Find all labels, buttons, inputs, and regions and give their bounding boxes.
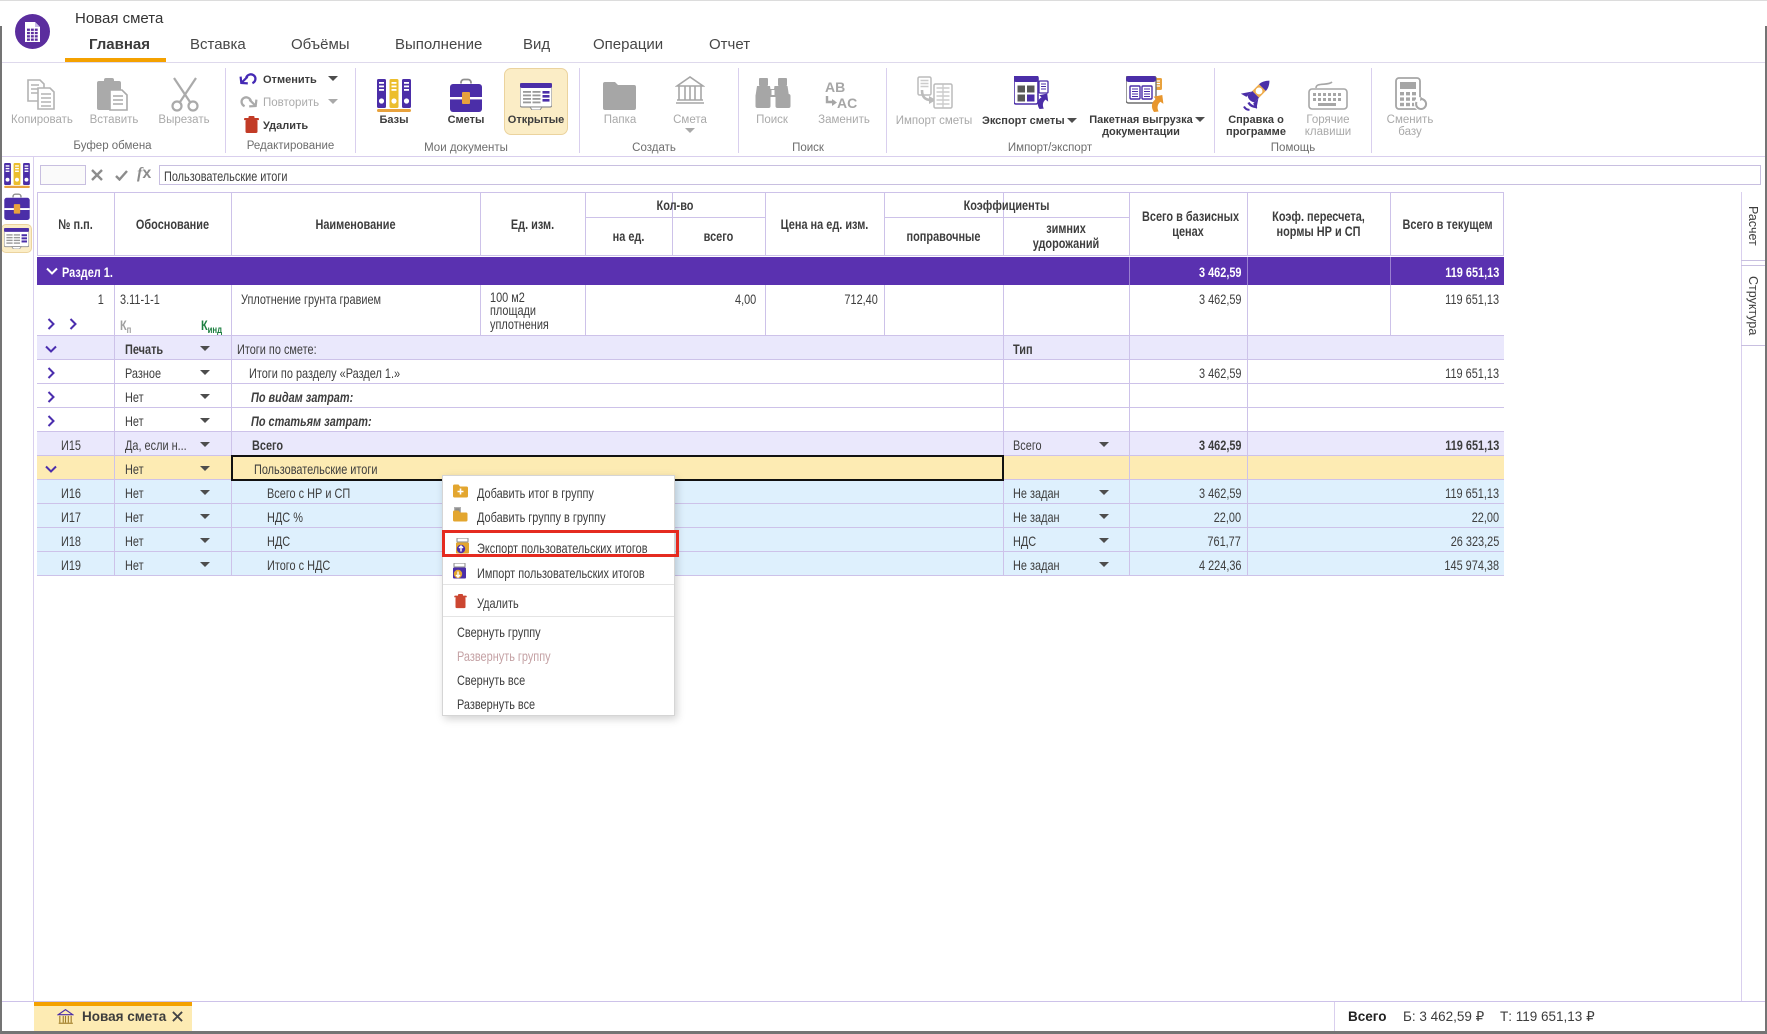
svg-text:AB: AB: [825, 79, 845, 95]
svg-text:AC: AC: [837, 95, 857, 111]
